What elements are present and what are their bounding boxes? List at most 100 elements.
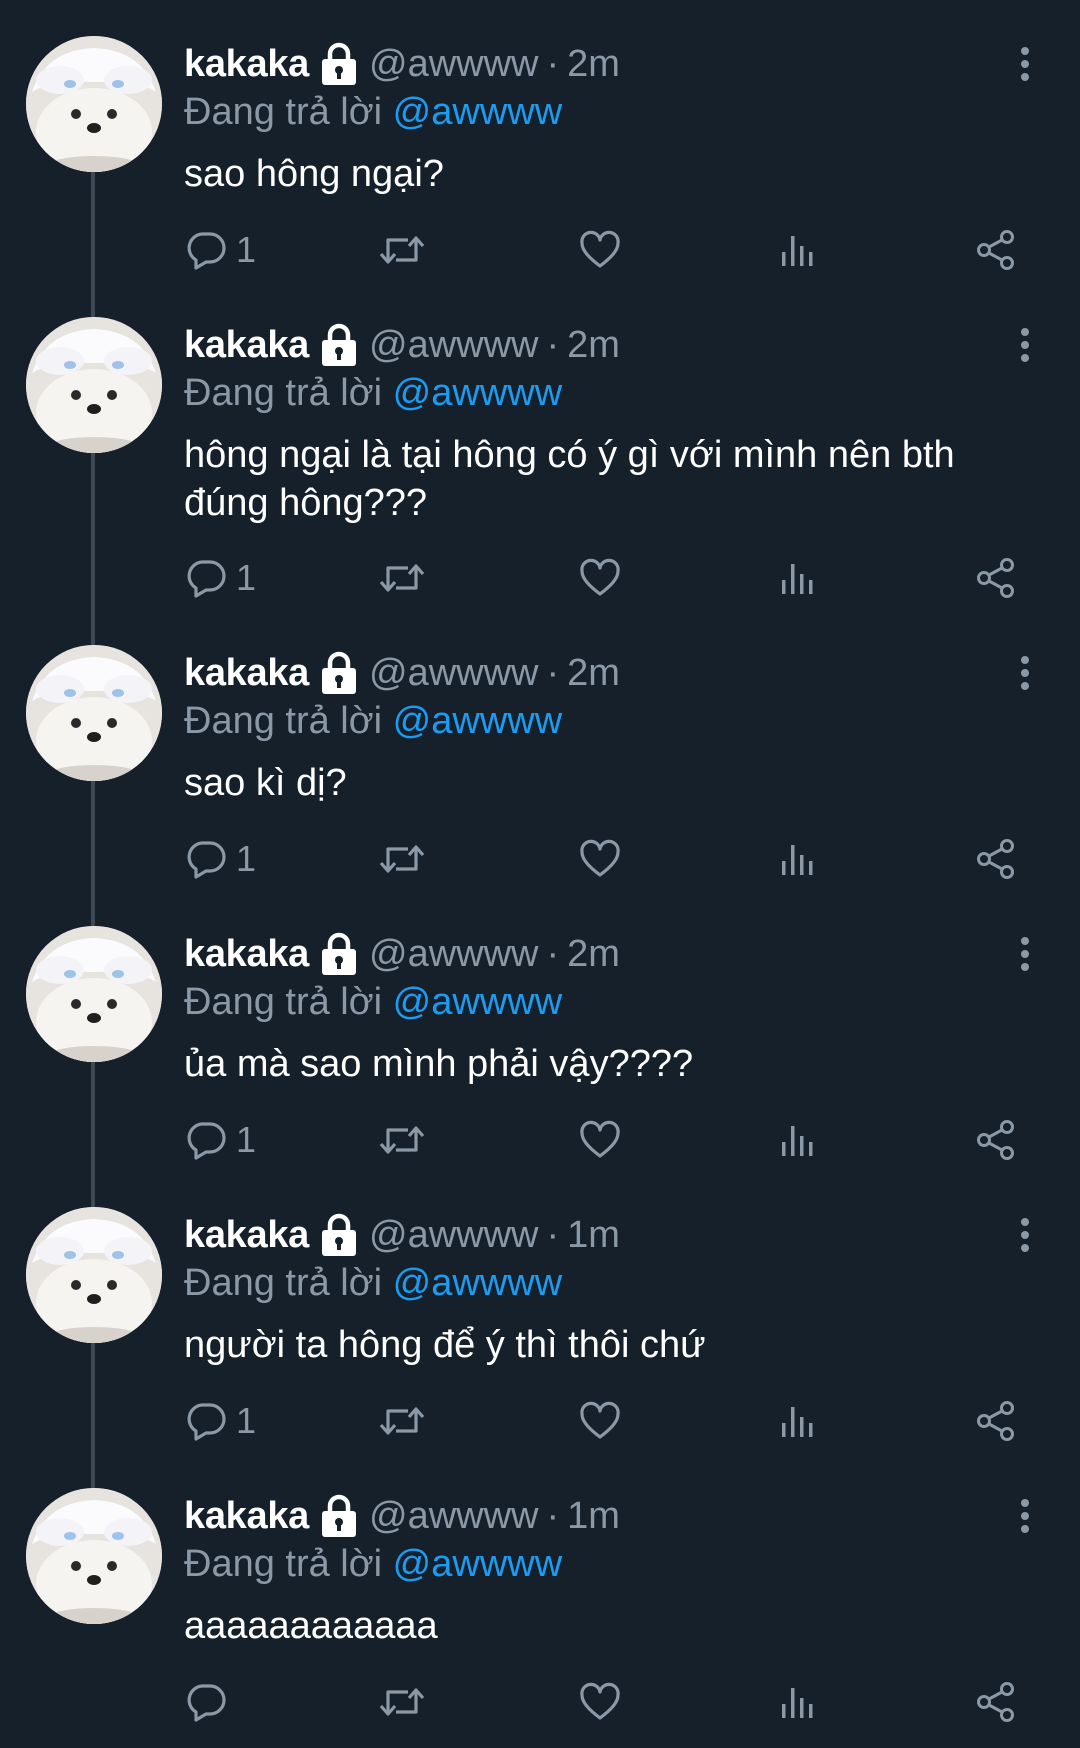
replying-to-mention[interactable]: @awwww <box>393 700 562 742</box>
reply-button[interactable]: 1 <box>184 1112 256 1168</box>
share-button[interactable] <box>974 222 1018 278</box>
retweet-button[interactable] <box>378 831 426 887</box>
retweet-button[interactable] <box>378 550 426 606</box>
separator: · <box>546 43 560 85</box>
display-name[interactable]: kakaka <box>184 38 309 90</box>
reply-count: 1 <box>236 1400 257 1441</box>
tweet-header: kakaka @awwww · 2m <box>184 928 620 980</box>
share-button[interactable] <box>974 1393 1018 1449</box>
share-icon <box>977 839 1014 879</box>
retweet-button[interactable] <box>378 1393 426 1449</box>
tweet-3[interactable]: kakaka @awwww · 2m Đang trả lời @awwww s… <box>0 609 1080 926</box>
avatar[interactable] <box>26 36 162 172</box>
like-button[interactable] <box>578 1674 622 1730</box>
handle[interactable]: @awwww <box>369 928 538 980</box>
views-icon <box>782 564 813 594</box>
display-name[interactable]: kakaka <box>184 319 309 371</box>
reply-button[interactable] <box>184 1674 236 1730</box>
timestamp[interactable]: 2m <box>567 38 620 90</box>
avatar[interactable] <box>26 1207 162 1343</box>
retweet-icon <box>379 1688 425 1716</box>
reply-icon <box>187 560 226 598</box>
display-name[interactable]: kakaka <box>184 1209 309 1261</box>
avatar[interactable] <box>26 317 162 453</box>
more-options-button[interactable] <box>1010 934 1040 974</box>
more-options-button[interactable] <box>1010 44 1040 84</box>
replying-to-label: Đang trả lời <box>184 1543 383 1585</box>
reply-button[interactable]: 1 <box>184 1393 256 1449</box>
more-vertical-icon <box>1021 656 1029 690</box>
replying-to-mention[interactable]: @awwww <box>393 91 562 133</box>
like-button[interactable] <box>578 1393 622 1449</box>
replying-to-mention[interactable]: @awwww <box>393 1262 562 1304</box>
tweet-text: aaaaaaaaaaaa <box>184 1605 438 1647</box>
handle[interactable]: @awwww <box>369 1490 538 1542</box>
like-button[interactable] <box>578 831 622 887</box>
avatar[interactable] <box>26 926 162 1062</box>
avatar[interactable] <box>26 1488 162 1624</box>
views-button[interactable] <box>778 1674 818 1730</box>
lock-icon <box>319 1494 359 1538</box>
display-name[interactable]: kakaka <box>184 647 309 699</box>
dog-avatar-icon <box>26 645 162 781</box>
avatar[interactable] <box>26 645 162 781</box>
tweet-5[interactable]: kakaka @awwww · 1m Đang trả lời @awwww n… <box>0 1171 1080 1488</box>
retweet-icon <box>379 1407 425 1435</box>
views-button[interactable] <box>778 1112 818 1168</box>
retweet-button[interactable] <box>378 1674 426 1730</box>
handle[interactable]: @awwww <box>369 647 538 699</box>
more-vertical-icon <box>1021 1218 1029 1252</box>
more-options-button[interactable] <box>1010 325 1040 365</box>
reply-button[interactable]: 1 <box>184 831 256 887</box>
replying-to-line: Đang trả lời @awwww <box>184 695 562 747</box>
tweet-actions: 1 <box>184 1112 1044 1168</box>
heart-icon <box>580 1682 620 1720</box>
tweet-2[interactable]: kakaka @awwww · 2m Đang trả lời @awwww h… <box>0 281 1080 645</box>
replying-to-line: Đang trả lời @awwww <box>184 86 562 138</box>
share-button[interactable] <box>974 550 1018 606</box>
separator: · <box>546 652 560 694</box>
like-button[interactable] <box>578 550 622 606</box>
more-options-button[interactable] <box>1010 653 1040 693</box>
reply-count: 1 <box>236 557 257 598</box>
heart-icon <box>580 558 620 596</box>
replying-to-label: Đang trả lời <box>184 1262 383 1304</box>
views-icon <box>782 1407 813 1437</box>
reply-button[interactable]: 1 <box>184 550 256 606</box>
tweet-1[interactable]: kakaka @awwww · 2m Đang trả lời @awwww s… <box>0 0 1080 317</box>
retweet-button[interactable] <box>378 222 426 278</box>
display-name[interactable]: kakaka <box>184 1490 309 1542</box>
replying-to-mention[interactable]: @awwww <box>393 372 562 414</box>
share-button[interactable] <box>974 1112 1018 1168</box>
handle[interactable]: @awwww <box>369 38 538 90</box>
share-icon <box>977 1401 1014 1441</box>
timestamp[interactable]: 2m <box>567 319 620 371</box>
views-button[interactable] <box>778 222 818 278</box>
timestamp[interactable]: 1m <box>567 1490 620 1542</box>
replying-to-mention[interactable]: @awwww <box>393 1543 562 1585</box>
views-button[interactable] <box>778 831 818 887</box>
share-button[interactable] <box>974 831 1018 887</box>
timestamp[interactable]: 1m <box>567 1209 620 1261</box>
separator: · <box>546 1214 560 1256</box>
reply-button[interactable]: 1 <box>184 222 256 278</box>
handle[interactable]: @awwww <box>369 1209 538 1261</box>
tweet-6[interactable]: kakaka @awwww · 1m Đang trả lời @awwww a… <box>0 1452 1080 1748</box>
display-name[interactable]: kakaka <box>184 928 309 980</box>
retweet-button[interactable] <box>378 1112 426 1168</box>
like-button[interactable] <box>578 1112 622 1168</box>
more-options-button[interactable] <box>1010 1496 1040 1536</box>
lock-icon <box>319 932 359 976</box>
replying-to-mention[interactable]: @awwww <box>393 981 562 1023</box>
share-icon <box>977 1682 1014 1722</box>
handle[interactable]: @awwww <box>369 319 538 371</box>
views-button[interactable] <box>778 550 818 606</box>
timestamp[interactable]: 2m <box>567 928 620 980</box>
timestamp[interactable]: 2m <box>567 647 620 699</box>
reply-count: 1 <box>236 229 257 270</box>
views-button[interactable] <box>778 1393 818 1449</box>
share-button[interactable] <box>974 1674 1018 1730</box>
more-options-button[interactable] <box>1010 1215 1040 1255</box>
like-button[interactable] <box>578 222 622 278</box>
tweet-4[interactable]: kakaka @awwww · 2m Đang trả lời @awwww ủ… <box>0 890 1080 1207</box>
